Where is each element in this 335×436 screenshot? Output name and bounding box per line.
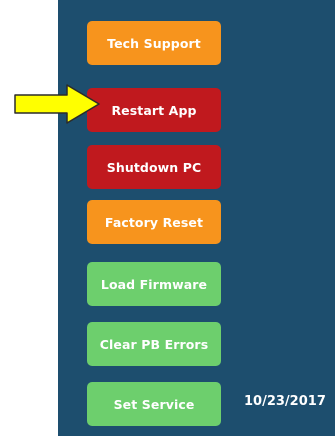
factory-reset-button[interactable]: Factory Reset [87,200,221,244]
tech-support-button[interactable]: Tech Support [87,21,221,65]
shutdown-pc-button[interactable]: Shutdown PC [87,145,221,189]
clear-pb-errors-button[interactable]: Clear PB Errors [87,322,221,366]
arrow-right-icon [14,84,100,124]
service-date: 10/23/2017 [244,394,326,409]
set-service-button[interactable]: Set Service [87,382,221,426]
restart-app-button[interactable]: Restart App [87,88,221,132]
load-firmware-button[interactable]: Load Firmware [87,262,221,306]
